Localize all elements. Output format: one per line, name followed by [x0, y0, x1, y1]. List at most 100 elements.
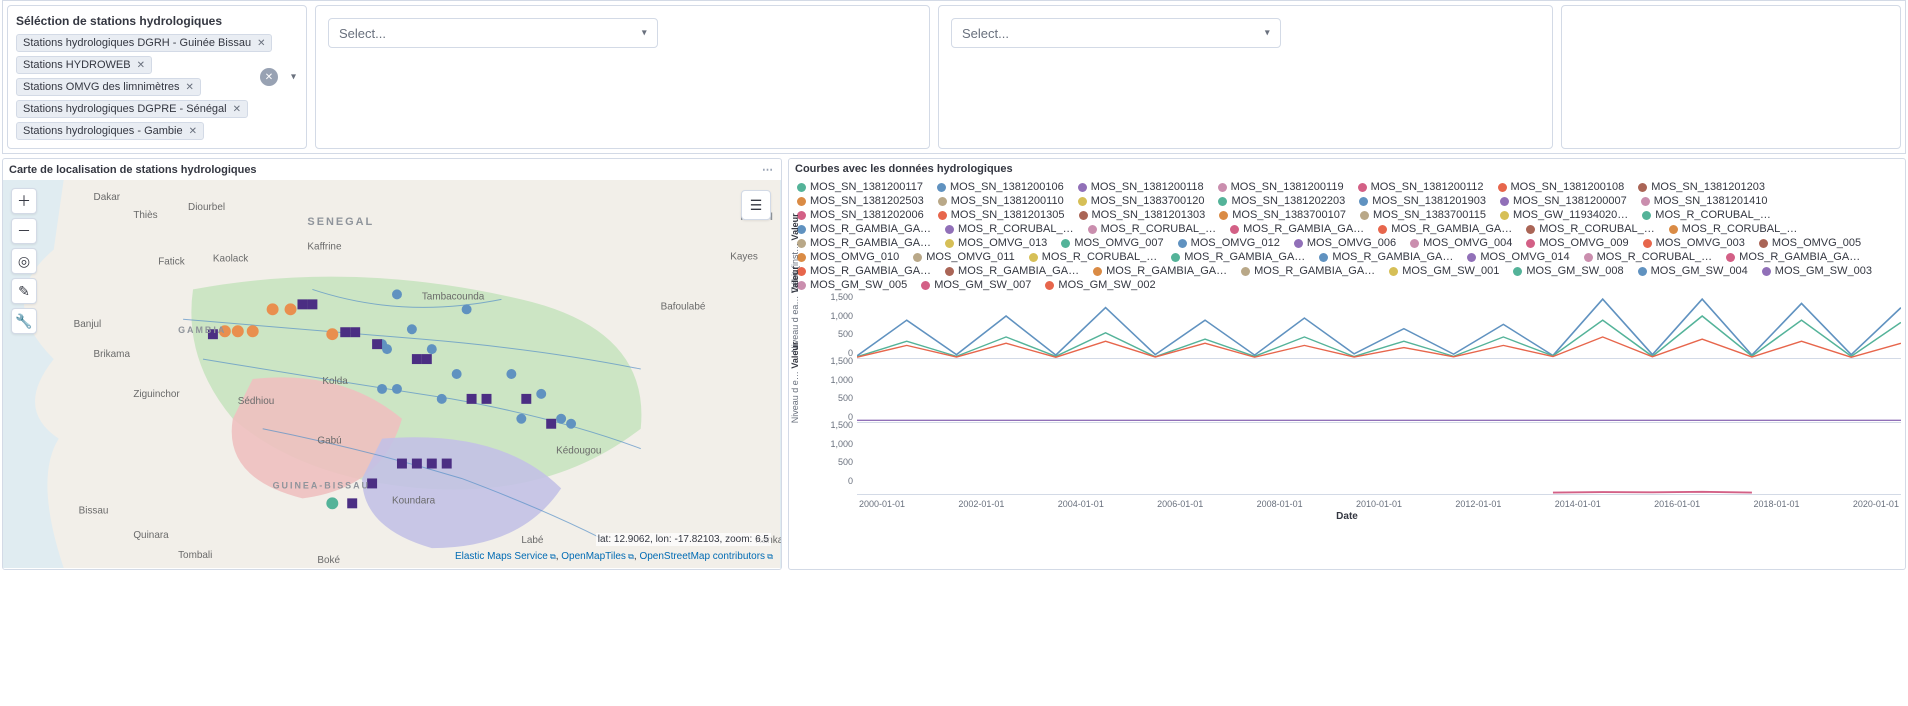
legend-item[interactable]: MOS_GM_SW_002 — [1045, 279, 1155, 291]
tag-container[interactable]: Stations hydrologiques DGRH - Guinée Bis… — [16, 34, 298, 140]
legend-item[interactable]: MOS_R_CORUBAL_… — [1584, 251, 1713, 263]
layers-button[interactable]: ☰ — [741, 190, 771, 220]
legend-item[interactable]: MOS_R_GAMBIA_GA… — [797, 237, 931, 249]
legend-item[interactable]: MOS_OMVG_005 — [1759, 237, 1861, 249]
svg-text:Kédougou: Kédougou — [556, 446, 601, 457]
chart-plot[interactable] — [857, 295, 1901, 359]
legend-item[interactable]: MOS_SN_1381200112 — [1358, 181, 1484, 193]
filter-tag[interactable]: Stations hydrologiques DGPRE - Sénégal✕ — [16, 100, 248, 118]
legend-item[interactable]: MOS_OMVG_007 — [1061, 237, 1163, 249]
legend-item[interactable]: MOS_R_CORUBAL_… — [1526, 223, 1655, 235]
legend-item[interactable]: MOS_SN_1381201903 — [1359, 195, 1486, 207]
legend-item[interactable]: MOS_R_CORUBAL_… — [1088, 223, 1217, 235]
legend-item[interactable]: MOS_SN_1381201203 — [1638, 181, 1765, 193]
legend-label: MOS_GM_SW_004 — [1651, 265, 1748, 277]
legend-item[interactable]: MOS_SN_1381202503 — [797, 195, 924, 207]
legend-item[interactable]: MOS_SN_1381200118 — [1078, 181, 1204, 193]
legend-item[interactable]: MOS_R_GAMBIA_GA… — [797, 265, 931, 277]
legend-item[interactable]: MOS_R_GAMBIA_GA… — [1171, 251, 1305, 263]
map-canvas[interactable]: ＋ － ◎ ✎ 🔧 ☰ — [3, 180, 781, 568]
select-3[interactable]: Select... ▾ — [951, 18, 1281, 48]
legend-item[interactable]: MOS_R_CORUBAL_… — [945, 223, 1074, 235]
tag-remove-icon[interactable]: ✕ — [233, 104, 241, 115]
legend-item[interactable]: MOS_R_GAMBIA_GA… — [1093, 265, 1227, 277]
attrib-link-1[interactable]: Elastic Maps Service — [455, 551, 548, 562]
chevron-down-icon: ▾ — [642, 28, 647, 39]
chart-plot[interactable] — [857, 359, 1901, 423]
legend-dot-icon — [1762, 267, 1771, 276]
legend-item[interactable]: MOS_GM_SW_005 — [797, 279, 907, 291]
select-2[interactable]: Select... ▾ — [328, 18, 658, 48]
legend-label: MOS_SN_1381201203 — [1651, 181, 1765, 193]
legend-dot-icon — [1467, 253, 1476, 262]
legend-item[interactable]: MOS_GM_SW_007 — [921, 279, 1031, 291]
legend-item[interactable]: MOS_OMVG_003 — [1643, 237, 1745, 249]
legend-item[interactable]: MOS_OMVG_012 — [1178, 237, 1280, 249]
chart-row: 05001,0001,500Niveau d e… Valeur — [793, 423, 1901, 495]
legend-item[interactable]: MOS_R_GAMBIA_GA… — [945, 265, 1079, 277]
legend-item[interactable]: MOS_SN_1381200108 — [1498, 181, 1625, 193]
legend-item[interactable]: MOS_OMVG_013 — [945, 237, 1047, 249]
zoom-in-button[interactable]: ＋ — [11, 188, 37, 214]
svg-text:Banjul: Banjul — [74, 319, 102, 330]
panel-options-icon[interactable]: ⋯ — [762, 163, 775, 176]
legend-item[interactable]: MOS_OMVG_014 — [1467, 251, 1569, 263]
label-gbissau: GUINEA-BISSAU — [273, 480, 370, 490]
filter-tag[interactable]: Stations hydrologiques DGRH - Guinée Bis… — [16, 34, 272, 52]
chart-plot[interactable] — [857, 423, 1901, 495]
legend-dot-icon — [945, 239, 954, 248]
legend-item[interactable]: MOS_OMVG_004 — [1410, 237, 1512, 249]
legend-item[interactable]: MOS_R_GAMBIA_GA… — [1726, 251, 1860, 263]
legend-item[interactable]: MOS_SN_1381202203 — [1218, 195, 1345, 207]
legend-item[interactable]: MOS_SN_1383700107 — [1219, 209, 1346, 221]
zoom-out-button[interactable]: － — [11, 218, 37, 244]
legend-item[interactable]: MOS_SN_1381200110 — [938, 195, 1064, 207]
legend-item[interactable]: MOS_R_CORUBAL_… — [1029, 251, 1158, 263]
legend-item[interactable]: MOS_SN_1381201410 — [1641, 195, 1768, 207]
legend-item[interactable]: MOS_SN_1383700115 — [1360, 209, 1486, 221]
filter-tag[interactable]: Stations hydrologiques - Gambie✕ — [16, 122, 204, 140]
legend-item[interactable]: MOS_SN_1381201305 — [938, 209, 1065, 221]
clear-tags-button[interactable]: ✕ — [260, 68, 278, 86]
legend-item[interactable]: MOS_SN_1381200117 — [797, 181, 923, 193]
fit-bounds-button[interactable]: ◎ — [11, 248, 37, 274]
legend-item[interactable]: MOS_GM_SW_004 — [1638, 265, 1748, 277]
tag-remove-icon[interactable]: ✕ — [257, 38, 265, 49]
filter-panel-2: Select... ▾ — [315, 5, 930, 149]
legend-item[interactable]: MOS_SN_1381200007 — [1500, 195, 1627, 207]
filter-tag[interactable]: Stations HYDROWEB✕ — [16, 56, 152, 74]
legend-item[interactable]: MOS_R_GAMBIA_GA… — [1241, 265, 1375, 277]
legend-item[interactable]: MOS_SN_1383700120 — [1078, 195, 1205, 207]
tools-button[interactable]: 🔧 — [11, 308, 37, 334]
attrib-link-3[interactable]: OpenStreetMap contributors — [639, 551, 765, 562]
draw-tool-button[interactable]: ✎ — [11, 278, 37, 304]
legend-item[interactable]: MOS_GW_11934020… — [1500, 209, 1628, 221]
legend-item[interactable]: MOS_R_GAMBIA_GA… — [1319, 251, 1453, 263]
legend-item[interactable]: MOS_R_CORUBAL_… — [1642, 209, 1771, 221]
legend-item[interactable]: MOS_R_CORUBAL_… — [1669, 223, 1798, 235]
svg-text:Koundara: Koundara — [392, 495, 436, 506]
tag-remove-icon[interactable]: ✕ — [137, 60, 145, 71]
attrib-link-2[interactable]: OpenMapTiles — [561, 551, 626, 562]
legend-item[interactable]: MOS_R_GAMBIA_GA… — [1378, 223, 1512, 235]
legend-item[interactable]: MOS_SN_1381200119 — [1218, 181, 1344, 193]
legend-item[interactable]: MOS_R_GAMBIA_GA… — [797, 223, 931, 235]
legend-item[interactable]: MOS_R_GAMBIA_GA… — [1230, 223, 1364, 235]
legend-item[interactable]: MOS_OMVG_010 — [797, 251, 899, 263]
legend-item[interactable]: MOS_SN_1381202006 — [797, 209, 924, 221]
svg-text:Ziguinchor: Ziguinchor — [133, 389, 180, 400]
legend-item[interactable]: MOS_GM_SW_003 — [1762, 265, 1872, 277]
tag-remove-icon[interactable]: ✕ — [189, 126, 197, 137]
legend-item[interactable]: MOS_SN_1381201303 — [1079, 209, 1206, 221]
legend-dot-icon — [1389, 267, 1398, 276]
legend-item[interactable]: MOS_SN_1381200106 — [937, 181, 1064, 193]
legend-item[interactable]: MOS_GM_SW_008 — [1513, 265, 1623, 277]
tag-remove-icon[interactable]: ✕ — [186, 82, 194, 93]
legend-item[interactable]: MOS_OMVG_011 — [913, 251, 1014, 263]
legend-item[interactable]: MOS_OMVG_006 — [1294, 237, 1396, 249]
legend-item[interactable]: MOS_OMVG_009 — [1526, 237, 1628, 249]
x-tick: 2018-01-01 — [1754, 499, 1800, 509]
dropdown-caret-icon[interactable]: ▾ — [291, 72, 296, 83]
legend-item[interactable]: MOS_GM_SW_001 — [1389, 265, 1499, 277]
filter-tag[interactable]: Stations OMVG des limnimètres✕ — [16, 78, 201, 96]
